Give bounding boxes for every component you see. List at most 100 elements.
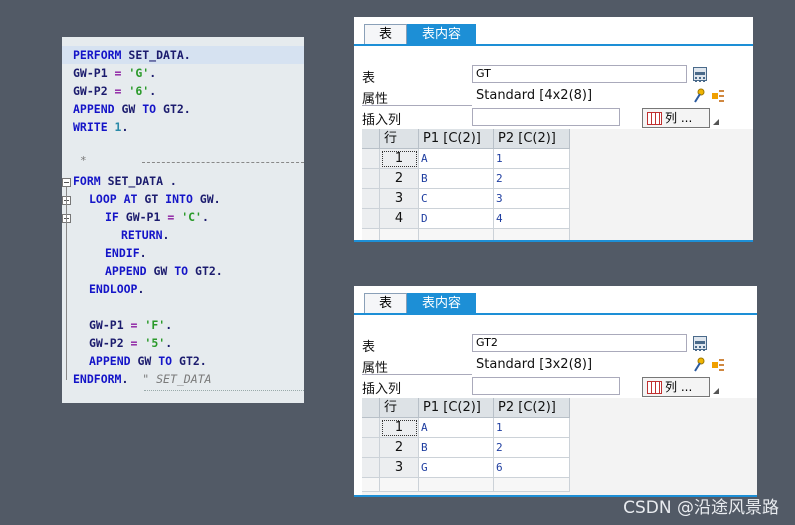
row-selector[interactable] [362, 149, 380, 169]
code-token: TO [158, 354, 180, 368]
code-token: '5' [144, 336, 166, 350]
empty-cell[interactable] [494, 478, 570, 492]
code-token: GW-P1 [89, 318, 131, 332]
grid-header-row[interactable]: 行 [380, 129, 419, 149]
table-cell[interactable]: G [419, 458, 494, 478]
table-cell[interactable]: 2 [494, 438, 570, 458]
code-token: INTO [165, 192, 200, 206]
fold-toggle-form[interactable] [62, 178, 71, 187]
table-cell[interactable]: B [419, 169, 494, 189]
table-name-field[interactable]: GT2 [472, 334, 687, 352]
pin-icon[interactable] [692, 357, 706, 372]
code-token: GW-P2 [89, 336, 131, 350]
table-cell[interactable]: D [419, 209, 494, 229]
code-token: GW-P1 [125, 210, 168, 224]
table-cell[interactable]: 3 [494, 189, 570, 209]
resize-handle[interactable] [710, 112, 720, 126]
comment-separator-line [142, 162, 304, 163]
row-selector[interactable] [362, 169, 380, 189]
code-token: = [114, 84, 129, 98]
empty-cell[interactable] [362, 478, 380, 492]
code-line[interactable]: ENDLOOP. [89, 280, 144, 298]
grid-header-p2[interactable]: P2 [C(2)] [494, 398, 570, 418]
code-token: GW-P1 [73, 66, 115, 80]
table-cell[interactable]: 6 [494, 458, 570, 478]
code-line[interactable]: FORM SET_DATA . [73, 172, 177, 190]
code-token: GT [144, 192, 166, 206]
grid-corner [362, 129, 380, 149]
code-line[interactable]: ENDIF. [105, 244, 147, 262]
row-number[interactable]: 3 [380, 458, 419, 478]
row-selector[interactable] [362, 458, 380, 478]
table-browse-icon[interactable] [693, 336, 707, 351]
grid-header-p1[interactable]: P1 [C(2)] [419, 129, 494, 149]
columns-button-label: 列 ... [665, 380, 693, 394]
pin-icon[interactable] [692, 88, 706, 103]
arrows-icon[interactable] [711, 88, 725, 102]
arrows-icon[interactable] [711, 357, 725, 371]
table-cell[interactable]: 1 [494, 418, 570, 438]
table-panel-gt2: 表表内容表 GT2 属性 Standard [3x2(8)] 插入列列 ... 行 P1 [… [354, 286, 757, 497]
code-token: GW [137, 354, 159, 368]
grid-header-p1[interactable]: P1 [C(2)] [419, 398, 494, 418]
code-line[interactable]: PERFORM SET_DATA. [62, 46, 304, 64]
tab-table[interactable]: 表 [364, 293, 408, 313]
table-cell[interactable]: 1 [494, 149, 570, 169]
grid-header-p2[interactable]: P2 [C(2)] [494, 129, 570, 149]
grid-header-row[interactable]: 行 [380, 398, 419, 418]
empty-cell[interactable] [380, 478, 419, 492]
row-selector[interactable] [362, 418, 380, 438]
code-line[interactable]: GW-P2 = '5'. [89, 334, 172, 352]
row-selector[interactable] [362, 209, 380, 229]
empty-cell[interactable] [419, 478, 494, 492]
code-line[interactable]: IF GW-P1 = 'C'. [105, 208, 209, 226]
code-line[interactable]: APPEND GW TO GT2. [73, 100, 191, 118]
code-token: . [162, 228, 170, 242]
tab-table-content[interactable]: 表内容 [407, 293, 477, 313]
table-name-field[interactable]: GT [472, 65, 687, 83]
comment-separator-star: * [80, 154, 87, 167]
code-line[interactable]: APPEND GW TO GT2. [89, 352, 207, 370]
code-token: . [149, 66, 157, 80]
columns-button[interactable]: 列 ... [642, 108, 710, 128]
editor-bottom-rule [144, 390, 304, 391]
row-number[interactable]: 2 [380, 438, 419, 458]
insert-column-field[interactable] [472, 108, 620, 126]
table-browse-icon[interactable] [693, 67, 707, 82]
row-number[interactable]: 1 [380, 149, 419, 169]
code-line[interactable]: GW-P1 = 'G'. [73, 64, 156, 82]
row-number[interactable]: 1 [380, 418, 419, 438]
code-token: ENDLOOP [89, 282, 138, 296]
code-token: TO [142, 102, 164, 116]
table-cell[interactable]: 2 [494, 169, 570, 189]
code-line[interactable]: GW-P1 = 'F'. [89, 316, 172, 334]
code-token: PERFORM [73, 48, 129, 62]
code-line[interactable]: GW-P2 = '6'. [73, 82, 156, 100]
table-cell[interactable]: C [419, 189, 494, 209]
code-token: IF [105, 210, 126, 224]
code-token: 'C' [181, 210, 202, 224]
code-editor[interactable]: PERFORM SET_DATA. GW-P1 = 'G'. GW-P2 = '6'… [62, 37, 304, 403]
code-line[interactable]: RETURN. [121, 226, 169, 244]
insert-column-field[interactable] [472, 377, 620, 395]
row-number[interactable]: 2 [380, 169, 419, 189]
code-line[interactable]: ENDFORM. " SET_DATA [73, 370, 212, 388]
table-cell[interactable]: A [419, 418, 494, 438]
table-cell[interactable]: B [419, 438, 494, 458]
row-number[interactable]: 4 [380, 209, 419, 229]
table-cell[interactable]: A [419, 149, 494, 169]
row-selector[interactable] [362, 189, 380, 209]
code-line[interactable]: LOOP AT GT INTO GW. [89, 190, 221, 208]
resize-handle[interactable] [710, 381, 720, 395]
table-cell[interactable]: 4 [494, 209, 570, 229]
code-line[interactable]: APPEND GW TO GT2. [105, 262, 223, 280]
row-selector[interactable] [362, 438, 380, 458]
columns-button[interactable]: 列 ... [642, 377, 710, 397]
tab-bar: 表表内容 [364, 293, 477, 313]
attribute-label-underline [362, 105, 472, 106]
grid-icon [647, 381, 662, 394]
tab-table-content[interactable]: 表内容 [407, 24, 477, 44]
row-number[interactable]: 3 [380, 189, 419, 209]
code-line[interactable]: WRITE 1. [73, 118, 128, 136]
tab-table[interactable]: 表 [364, 24, 408, 44]
